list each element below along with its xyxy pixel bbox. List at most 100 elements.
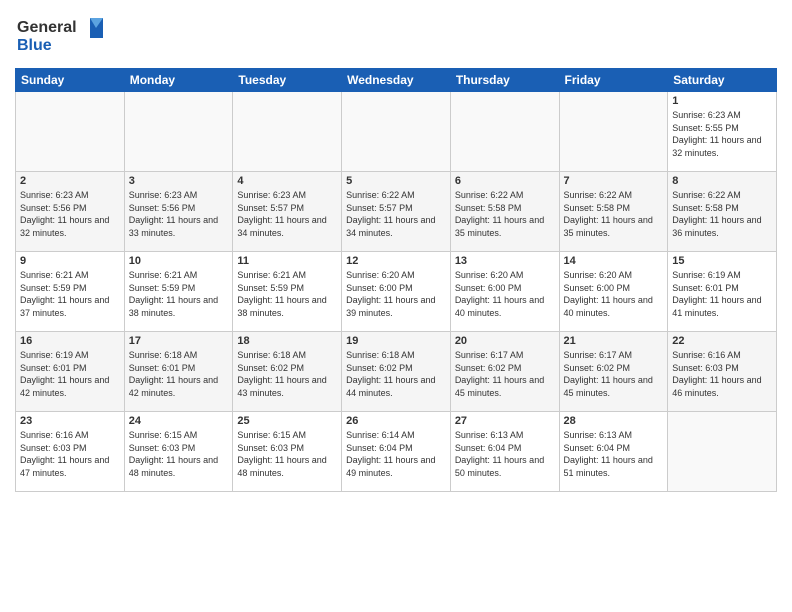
- weekday-header-sunday: Sunday: [16, 69, 125, 92]
- day-number: 10: [129, 255, 229, 267]
- day-number: 18: [237, 335, 337, 347]
- calendar-cell: 2 Sunrise: 6:23 AM Sunset: 5:56 PM Daylig…: [16, 172, 125, 252]
- day-info: Sunrise: 6:21 AM Sunset: 5:59 PM Dayligh…: [237, 269, 337, 319]
- calendar-week-row: 23 Sunrise: 6:16 AM Sunset: 6:03 PM Dayli…: [16, 412, 777, 492]
- day-info: Sunrise: 6:22 AM Sunset: 5:58 PM Dayligh…: [564, 189, 664, 239]
- day-number: 25: [237, 415, 337, 427]
- day-info: Sunrise: 6:17 AM Sunset: 6:02 PM Dayligh…: [455, 349, 555, 399]
- calendar-cell: 18 Sunrise: 6:18 AM Sunset: 6:02 PM Dayli…: [233, 332, 342, 412]
- day-number: 26: [346, 415, 446, 427]
- calendar-cell: 1 Sunrise: 6:23 AM Sunset: 5:55 PM Daylig…: [668, 92, 777, 172]
- day-info: Sunrise: 6:16 AM Sunset: 6:03 PM Dayligh…: [20, 429, 120, 479]
- calendar-cell: 8 Sunrise: 6:22 AM Sunset: 5:58 PM Daylig…: [668, 172, 777, 252]
- day-info: Sunrise: 6:19 AM Sunset: 6:01 PM Dayligh…: [20, 349, 120, 399]
- day-number: 24: [129, 415, 229, 427]
- day-info: Sunrise: 6:18 AM Sunset: 6:02 PM Dayligh…: [346, 349, 446, 399]
- calendar-cell: 6 Sunrise: 6:22 AM Sunset: 5:58 PM Daylig…: [450, 172, 559, 252]
- day-number: 12: [346, 255, 446, 267]
- weekday-header-thursday: Thursday: [450, 69, 559, 92]
- calendar-cell: [233, 92, 342, 172]
- weekday-header-friday: Friday: [559, 69, 668, 92]
- weekday-header-row: SundayMondayTuesdayWednesdayThursdayFrid…: [16, 69, 777, 92]
- calendar-cell: 11 Sunrise: 6:21 AM Sunset: 5:59 PM Dayli…: [233, 252, 342, 332]
- calendar-cell: 9Sunrise: 6:21 AM Sunset: 5:59 PM Daylig…: [16, 252, 125, 332]
- calendar-cell: [450, 92, 559, 172]
- day-number: 4: [237, 175, 337, 187]
- calendar-week-row: 1 Sunrise: 6:23 AM Sunset: 5:55 PM Daylig…: [16, 92, 777, 172]
- day-number: 2: [20, 175, 120, 187]
- day-info: Sunrise: 6:13 AM Sunset: 6:04 PM Dayligh…: [564, 429, 664, 479]
- calendar-cell: 17 Sunrise: 6:18 AM Sunset: 6:01 PM Dayli…: [124, 332, 233, 412]
- day-info: Sunrise: 6:18 AM Sunset: 6:02 PM Dayligh…: [237, 349, 337, 399]
- day-info: Sunrise: 6:20 AM Sunset: 6:00 PM Dayligh…: [455, 269, 555, 319]
- day-info: Sunrise: 6:23 AM Sunset: 5:55 PM Dayligh…: [672, 109, 772, 159]
- calendar-cell: 10 Sunrise: 6:21 AM Sunset: 5:59 PM Dayli…: [124, 252, 233, 332]
- day-number: 21: [564, 335, 664, 347]
- day-number: 19: [346, 335, 446, 347]
- calendar-cell: 28Sunrise: 6:13 AM Sunset: 6:04 PM Dayli…: [559, 412, 668, 492]
- calendar-cell: 16 Sunrise: 6:19 AM Sunset: 6:01 PM Dayli…: [16, 332, 125, 412]
- page: General Blue SundayMondayTuesdayWednesda…: [0, 0, 792, 612]
- calendar-cell: 7 Sunrise: 6:22 AM Sunset: 5:58 PM Daylig…: [559, 172, 668, 252]
- day-info: Sunrise: 6:22 AM Sunset: 5:58 PM Dayligh…: [672, 189, 772, 239]
- day-info: Sunrise: 6:20 AM Sunset: 6:00 PM Dayligh…: [564, 269, 664, 319]
- weekday-header-monday: Monday: [124, 69, 233, 92]
- calendar-cell: 14 Sunrise: 6:20 AM Sunset: 6:00 PM Dayli…: [559, 252, 668, 332]
- day-info: Sunrise: 6:22 AM Sunset: 5:58 PM Dayligh…: [455, 189, 555, 239]
- calendar-cell: [124, 92, 233, 172]
- day-number: 22: [672, 335, 772, 347]
- header: General Blue: [15, 10, 777, 60]
- calendar-cell: 15Sunrise: 6:19 AM Sunset: 6:01 PM Dayli…: [668, 252, 777, 332]
- calendar-cell: [668, 412, 777, 492]
- day-number: 1: [672, 95, 772, 107]
- day-info: Sunrise: 6:23 AM Sunset: 5:56 PM Dayligh…: [20, 189, 120, 239]
- svg-text:General: General: [17, 19, 77, 36]
- day-info: Sunrise: 6:16 AM Sunset: 6:03 PM Dayligh…: [672, 349, 772, 399]
- calendar-cell: 22 Sunrise: 6:16 AM Sunset: 6:03 PM Dayli…: [668, 332, 777, 412]
- calendar-week-row: 16 Sunrise: 6:19 AM Sunset: 6:01 PM Dayli…: [16, 332, 777, 412]
- day-info: Sunrise: 6:18 AM Sunset: 6:01 PM Dayligh…: [129, 349, 229, 399]
- day-number: 14: [564, 255, 664, 267]
- logo-icon: General Blue: [15, 10, 105, 55]
- day-info: Sunrise: 6:20 AM Sunset: 6:00 PM Dayligh…: [346, 269, 446, 319]
- day-number: 5: [346, 175, 446, 187]
- day-number: 23: [20, 415, 120, 427]
- calendar-cell: 20 Sunrise: 6:17 AM Sunset: 6:02 PM Dayli…: [450, 332, 559, 412]
- day-number: 11: [237, 255, 337, 267]
- calendar-cell: 21 Sunrise: 6:17 AM Sunset: 6:02 PM Dayli…: [559, 332, 668, 412]
- weekday-header-wednesday: Wednesday: [342, 69, 451, 92]
- calendar-week-row: 2 Sunrise: 6:23 AM Sunset: 5:56 PM Daylig…: [16, 172, 777, 252]
- day-number: 27: [455, 415, 555, 427]
- day-number: 13: [455, 255, 555, 267]
- calendar-cell: [559, 92, 668, 172]
- day-number: 9: [20, 255, 120, 267]
- calendar-cell: 23 Sunrise: 6:16 AM Sunset: 6:03 PM Dayli…: [16, 412, 125, 492]
- weekday-header-tuesday: Tuesday: [233, 69, 342, 92]
- day-number: 3: [129, 175, 229, 187]
- day-number: 8: [672, 175, 772, 187]
- calendar-table: SundayMondayTuesdayWednesdayThursdayFrid…: [15, 68, 777, 492]
- day-info: Sunrise: 6:19 AM Sunset: 6:01 PM Dayligh…: [672, 269, 772, 319]
- svg-text:Blue: Blue: [17, 37, 52, 54]
- weekday-header-saturday: Saturday: [668, 69, 777, 92]
- calendar-cell: 26Sunrise: 6:14 AM Sunset: 6:04 PM Dayli…: [342, 412, 451, 492]
- day-number: 7: [564, 175, 664, 187]
- calendar-cell: 27Sunrise: 6:13 AM Sunset: 6:04 PM Dayli…: [450, 412, 559, 492]
- calendar-cell: 12 Sunrise: 6:20 AM Sunset: 6:00 PM Dayli…: [342, 252, 451, 332]
- day-info: Sunrise: 6:22 AM Sunset: 5:57 PM Dayligh…: [346, 189, 446, 239]
- day-info: Sunrise: 6:17 AM Sunset: 6:02 PM Dayligh…: [564, 349, 664, 399]
- calendar-cell: 4 Sunrise: 6:23 AM Sunset: 5:57 PM Daylig…: [233, 172, 342, 252]
- logo: General Blue: [15, 10, 105, 60]
- day-number: 16: [20, 335, 120, 347]
- day-info: Sunrise: 6:23 AM Sunset: 5:57 PM Dayligh…: [237, 189, 337, 239]
- day-number: 6: [455, 175, 555, 187]
- calendar-cell: [342, 92, 451, 172]
- calendar-cell: 3 Sunrise: 6:23 AM Sunset: 5:56 PM Daylig…: [124, 172, 233, 252]
- calendar-cell: 5 Sunrise: 6:22 AM Sunset: 5:57 PM Daylig…: [342, 172, 451, 252]
- calendar-cell: [16, 92, 125, 172]
- day-info: Sunrise: 6:23 AM Sunset: 5:56 PM Dayligh…: [129, 189, 229, 239]
- calendar-cell: 25Sunrise: 6:15 AM Sunset: 6:03 PM Dayli…: [233, 412, 342, 492]
- day-number: 17: [129, 335, 229, 347]
- day-info: Sunrise: 6:21 AM Sunset: 5:59 PM Dayligh…: [129, 269, 229, 319]
- day-number: 20: [455, 335, 555, 347]
